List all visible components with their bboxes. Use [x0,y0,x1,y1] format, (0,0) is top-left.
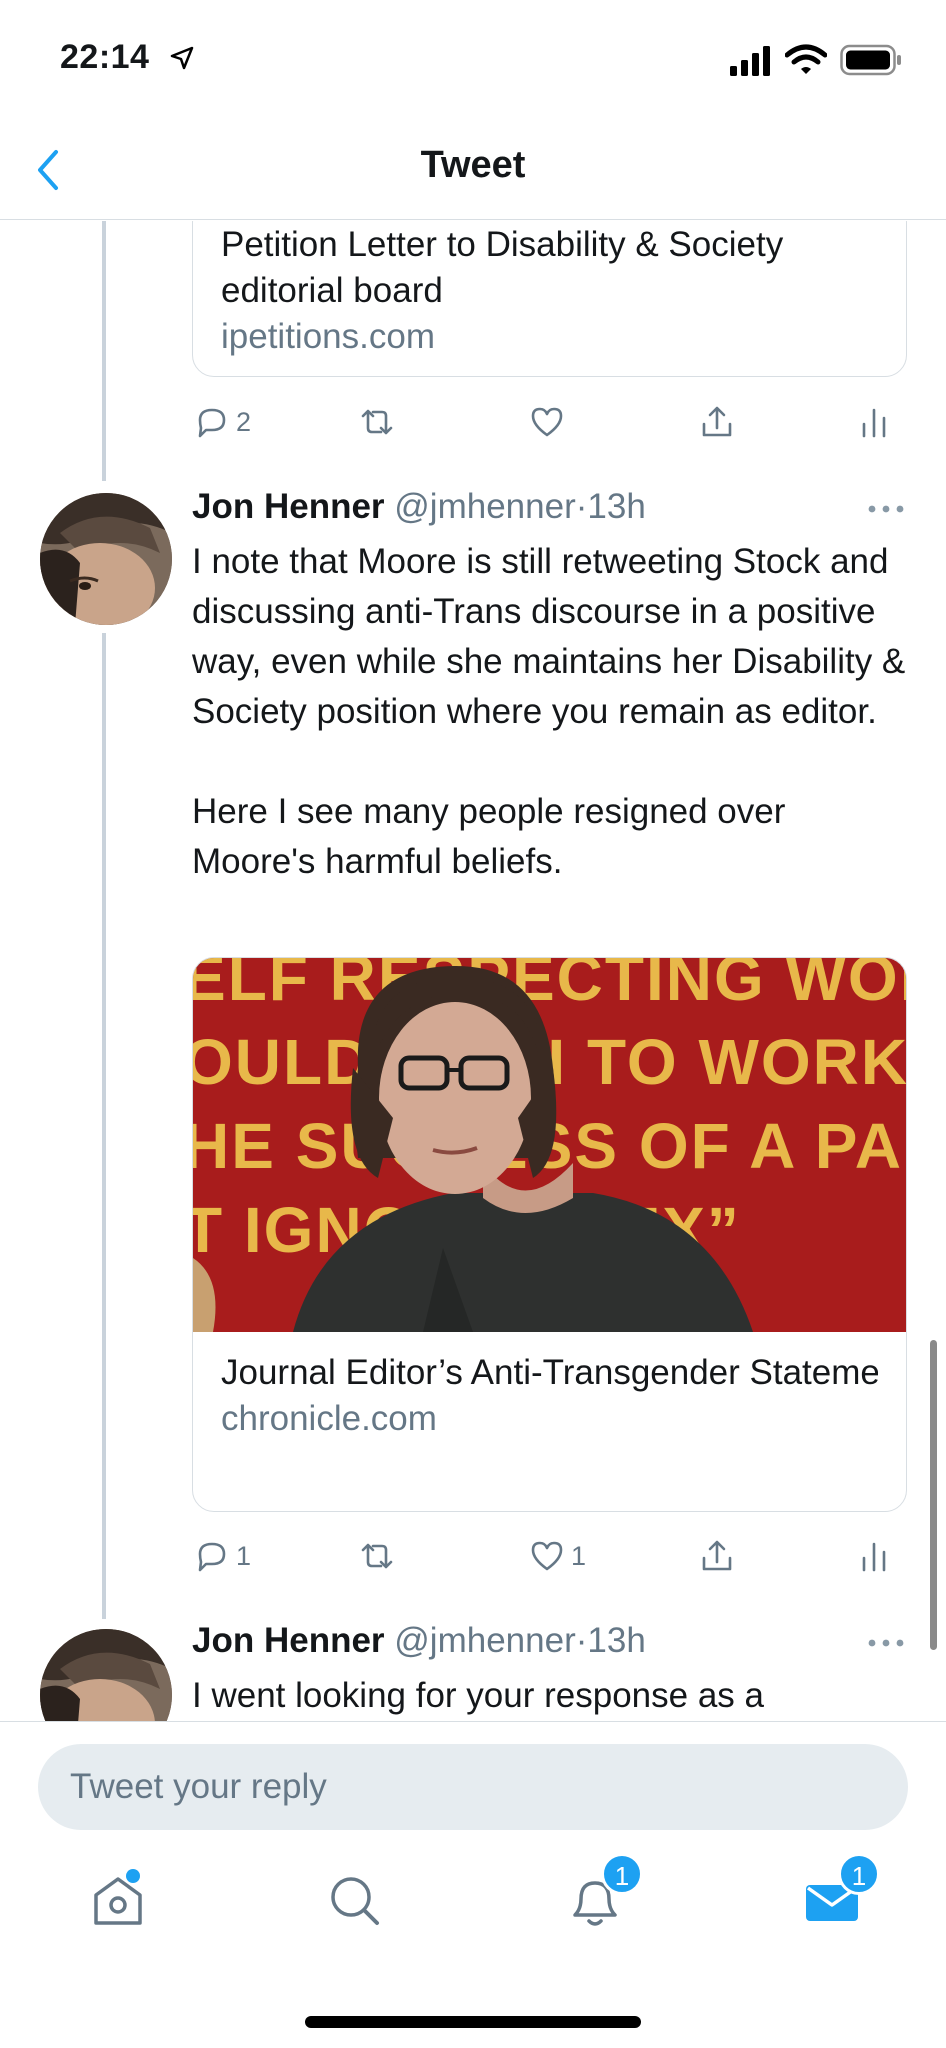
link-card-petition[interactable]: Petition Letter to Disability & Society … [192,221,907,377]
thread-content[interactable]: Petition Letter to Disability & Society … [0,221,946,1721]
retweet-icon [361,1543,393,1569]
link-card-domain: ipetitions.com [221,317,435,356]
thread-line [102,221,106,481]
link-card-meta: Journal Editor’s Anti-Transgender Statem… [193,1332,906,1442]
author-handle[interactable]: @jmhenner [394,487,575,526]
separator: · [575,487,588,526]
link-card-domain: chronicle.com [221,1399,437,1438]
tweet-paragraph: I note that Moore is still retweeting St… [192,542,906,731]
reply-count: 2 [236,406,252,437]
reply-icon [198,1542,226,1572]
tweet-paragraph: Here I see many people resigned over Moo… [192,792,786,881]
avatar-photo [40,493,172,625]
author-name[interactable]: Jon Henner [192,487,385,526]
reply-icon [198,408,226,438]
heart-icon [531,407,563,437]
reply-button[interactable]: 2 [192,397,251,447]
tab-messages[interactable]: 1 [802,1853,880,1941]
analytics-icon [862,408,886,438]
tweet-time: 13h [587,487,646,526]
tweet-time: 13h [587,1621,646,1660]
tab-notifications[interactable]: 1 [565,1853,643,1941]
like-count: 1 [571,1540,587,1571]
share-button[interactable] [697,1531,737,1581]
analytics-button[interactable] [854,397,894,447]
tweet-header: Jon Henner @jmhenner·13h [192,1621,646,1661]
link-card-title: Journal Editor’s Anti-Transgender Statem… [221,1353,878,1392]
reply-composer [0,1721,946,1841]
location-arrow-icon [170,46,194,70]
search-icon [331,1877,379,1925]
tab-home[interactable] [88,1869,158,1941]
scrollbar[interactable] [930,1340,937,1650]
tweet-paragraph: I went looking for your response as a [192,1676,764,1715]
retweet-icon [361,409,393,435]
author-handle[interactable]: @jmhenner [394,1621,575,1660]
home-icon [94,1877,142,1925]
share-icon [702,406,732,437]
link-card-chronicle[interactable]: ELF RESPECTING WOMAN OULD WISH TO WORK H… [192,957,907,1512]
retweet-button[interactable] [357,1531,401,1581]
avatar[interactable] [40,493,172,625]
tweet-header: Jon Henner @jmhenner·13h [192,487,646,527]
share-button[interactable] [697,397,737,447]
status-time: 22:14 [60,38,150,76]
like-button[interactable]: 1 [527,1531,586,1581]
tweet-actions: 1 1 [192,1531,892,1581]
page-title: Tweet [420,144,526,186]
battery-icon [840,44,901,76]
analytics-button[interactable] [854,1531,894,1581]
like-button[interactable] [527,397,571,447]
home-indicator[interactable] [305,2016,641,2028]
more-options-icon[interactable] [866,503,906,515]
share-icon [702,1540,732,1571]
status-bar: 22:14 [0,0,946,120]
tab-search[interactable] [325,1871,395,1941]
tweet-text: I note that Moore is still retweeting St… [192,537,912,887]
notifications-badge: 1 [601,1853,643,1895]
reply-button[interactable]: 1 [192,1531,251,1581]
link-card-title: Petition Letter to Disability & Society … [221,225,784,310]
tweet-text: I went looking for your response as a [192,1671,912,1721]
speaker-photo [193,965,753,1332]
nav-header: Tweet [0,120,946,220]
messages-badge: 1 [838,1853,880,1895]
avatar[interactable] [40,1629,172,1721]
new-content-dot [126,1869,140,1883]
heart-icon [531,1541,563,1571]
separator: · [575,1621,588,1660]
tweet-actions: 2 [192,397,892,447]
thread-line [102,633,106,1619]
reply-count: 1 [236,1540,252,1571]
link-card-image: ELF RESPECTING WOMAN OULD WISH TO WORK H… [193,958,906,1332]
more-options-icon[interactable] [866,1637,906,1649]
reply-input[interactable] [38,1744,908,1830]
wifi-icon [785,44,827,74]
cellular-signal-icon [730,46,770,76]
tab-bar: 1 1 [0,1841,946,2048]
author-name[interactable]: Jon Henner [192,1621,385,1660]
analytics-icon [862,1542,886,1572]
retweet-button[interactable] [357,397,401,447]
avatar-photo [40,1629,172,1721]
